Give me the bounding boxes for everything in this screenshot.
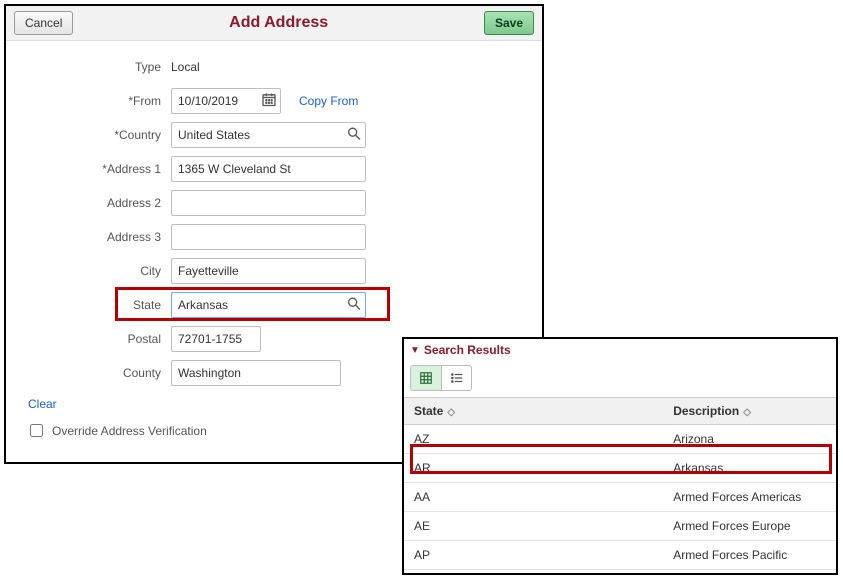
table-row[interactable]: AP Armed Forces Pacific	[404, 541, 836, 570]
state-label: State	[16, 298, 171, 312]
sort-icon: ◇	[743, 407, 751, 418]
from-date-input[interactable]	[171, 88, 281, 114]
copy-from-link[interactable]: Copy From	[299, 94, 358, 108]
search-results-panel: ▼ Search Results State◇	[402, 337, 838, 575]
address3-input[interactable]	[171, 224, 366, 250]
state-code-cell: AP	[404, 541, 663, 570]
search-results-header[interactable]: ▼ Search Results	[404, 339, 836, 361]
table-row[interactable]: AA Armed Forces Americas	[404, 483, 836, 512]
table-row[interactable]: AE Armed Forces Europe	[404, 512, 836, 541]
state-code-cell: AE	[404, 512, 663, 541]
from-label: *From	[16, 94, 171, 108]
state-desc-cell: Armed Forces Europe	[663, 512, 836, 541]
state-column-header[interactable]: State◇	[404, 398, 663, 425]
view-toggle	[410, 365, 472, 391]
save-button[interactable]: Save	[484, 11, 534, 35]
address2-label: Address 2	[16, 196, 171, 210]
country-input[interactable]	[171, 122, 366, 148]
address2-input[interactable]	[171, 190, 366, 216]
state-code-cell: AR	[404, 454, 663, 483]
list-view-button[interactable]	[441, 366, 471, 390]
country-label: *Country	[16, 128, 171, 142]
override-address-label: Override Address Verification	[52, 424, 207, 438]
cancel-button[interactable]: Cancel	[14, 11, 73, 35]
results-table: State◇ Description◇ AZ Arizona AR Arkans…	[404, 397, 836, 570]
page-title: Add Address	[73, 14, 484, 32]
clear-link[interactable]: Clear	[28, 397, 57, 411]
city-input[interactable]	[171, 258, 366, 284]
type-value: Local	[171, 60, 200, 74]
type-label: Type	[16, 60, 171, 74]
postal-input[interactable]	[171, 326, 261, 352]
county-input[interactable]	[171, 360, 341, 386]
state-input[interactable]	[171, 292, 366, 318]
postal-label: Postal	[16, 332, 171, 346]
description-column-header[interactable]: Description◇	[663, 398, 836, 425]
override-address-checkbox[interactable]	[30, 424, 43, 437]
state-desc-cell: Arkansas	[663, 454, 836, 483]
address1-label: *Address 1	[16, 162, 171, 176]
city-label: City	[16, 264, 171, 278]
address3-label: Address 3	[16, 230, 171, 244]
county-label: County	[16, 366, 171, 380]
address1-input[interactable]	[171, 156, 366, 182]
state-code-cell: AZ	[404, 425, 663, 454]
state-desc-cell: Arizona	[663, 425, 836, 454]
table-row[interactable]: AZ Arizona	[404, 425, 836, 454]
search-results-title: Search Results	[424, 343, 511, 357]
state-desc-cell: Armed Forces Pacific	[663, 541, 836, 570]
state-code-cell: AA	[404, 483, 663, 512]
grid-icon	[419, 371, 433, 385]
sort-icon: ◇	[447, 407, 455, 418]
table-row[interactable]: AR Arkansas	[404, 454, 836, 483]
list-icon	[450, 371, 464, 385]
grid-view-button[interactable]	[411, 366, 441, 390]
collapse-toggle-icon: ▼	[410, 345, 420, 356]
state-desc-cell: Armed Forces Americas	[663, 483, 836, 512]
header-bar: Cancel Add Address Save	[6, 6, 542, 41]
